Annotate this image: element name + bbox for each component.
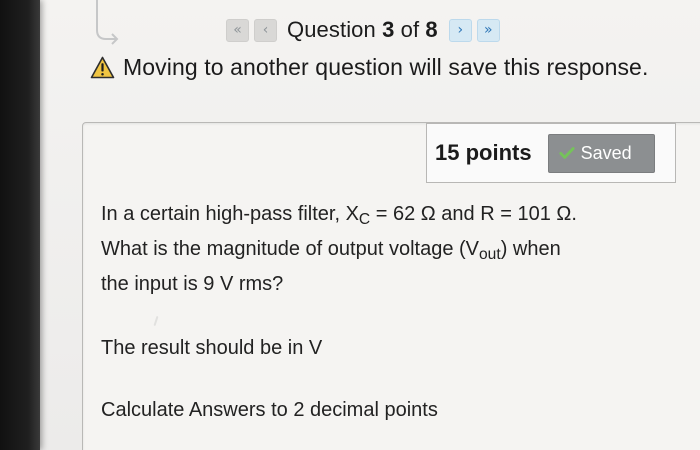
question-line-1-suffix: = 62 Ω and R = 101 Ω. xyxy=(370,203,577,225)
question-score-box: 15 points Saved xyxy=(426,123,676,183)
question-line-3: the input is 9 V rms? xyxy=(101,273,284,295)
last-question-button[interactable]: » xyxy=(476,18,500,42)
double-chevron-left-icon: « xyxy=(233,22,242,38)
dark-left-edge xyxy=(0,0,40,450)
warning-message: Moving to another question will save thi… xyxy=(123,54,649,80)
warning-icon xyxy=(90,56,115,79)
points-value: 15 points xyxy=(435,140,532,165)
total-question-number: 8 xyxy=(425,17,438,42)
exam-question-screen: « ‹ Question 3 of 8 › » Moving to anothe… xyxy=(0,0,700,450)
question-line-1: In a certain high-pass filter, XC = 62 Ω… xyxy=(101,203,577,229)
question-line-1-prefix: In a certain high-pass filter, X xyxy=(101,203,359,225)
corner-arrow-icon xyxy=(96,0,119,45)
chevron-left-icon: ‹ xyxy=(262,22,269,38)
check-icon xyxy=(558,147,575,159)
saved-badge: Saved xyxy=(547,133,655,173)
next-question-button[interactable]: › xyxy=(448,18,472,42)
question-of-label: of xyxy=(400,17,420,42)
question-counter: Question 3 of 8 xyxy=(287,17,438,43)
current-question-number: 3 xyxy=(382,17,395,42)
first-question-button[interactable]: « xyxy=(226,18,249,42)
question-line-2-suffix: ) when xyxy=(500,238,561,260)
question-line-2: What is the magnitude of output voltage … xyxy=(101,238,561,264)
decimal-instruction: Calculate Answers to 2 decimal points xyxy=(101,399,438,421)
capacitive-reactance-subscript: C xyxy=(358,211,371,229)
question-line-2-prefix: What is the magnitude of output voltage … xyxy=(101,238,479,260)
double-chevron-right-icon: » xyxy=(483,22,493,38)
question-navigation: « ‹ Question 3 of 8 › » xyxy=(226,16,500,44)
previous-question-button[interactable]: ‹ xyxy=(254,18,277,42)
output-voltage-subscript: out xyxy=(479,246,501,264)
saved-label: Saved xyxy=(580,142,632,163)
question-label: Question xyxy=(287,17,376,42)
chevron-right-icon: › xyxy=(457,22,464,38)
result-unit-note: The result should be in V xyxy=(101,337,323,359)
save-warning: Moving to another question will save thi… xyxy=(90,54,648,81)
